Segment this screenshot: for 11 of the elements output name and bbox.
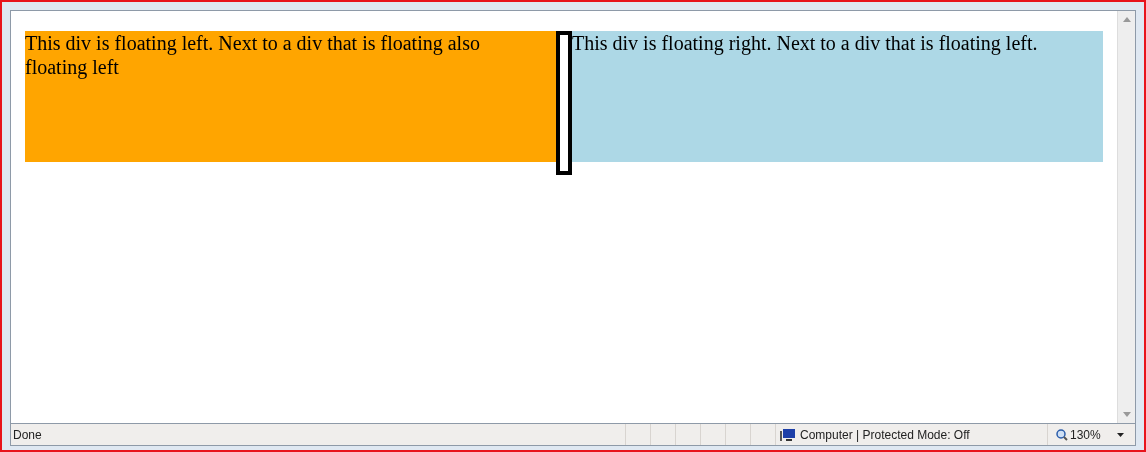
- left-floating-div: This div is floating left. Next to a div that is floating also floating left: [25, 31, 556, 162]
- right-floating-div: This div is floating right. Next to a div that is floating left.: [572, 31, 1103, 162]
- monitor-icon: [780, 427, 796, 442]
- zoom-icon: [1056, 428, 1068, 441]
- status-text: Done: [12, 426, 43, 444]
- dropdown-caret-icon[interactable]: [1116, 432, 1124, 437]
- vertical-scrollbar[interactable]: [1117, 11, 1135, 423]
- zoom-level-text[interactable]: 130%: [1070, 425, 1101, 444]
- security-zone-text: Computer | Protected Mode: Off: [800, 426, 970, 444]
- scroll-down-icon[interactable]: [1122, 412, 1131, 417]
- scroll-up-icon[interactable]: [1122, 17, 1131, 22]
